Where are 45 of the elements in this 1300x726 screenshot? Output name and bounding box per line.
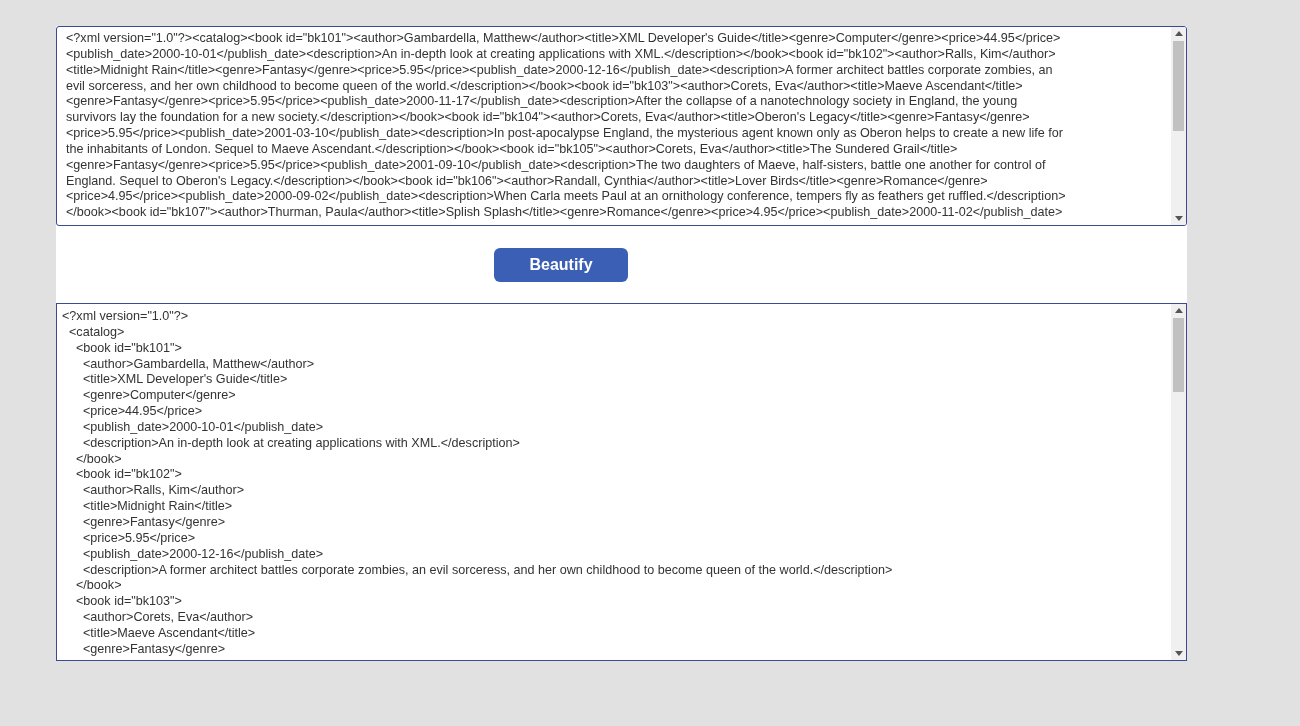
scrollbar[interactable]: [1171, 27, 1186, 225]
text-line: <publish_date>2000-10-01</publish_date><description>An in-depth look at creating applications with XML.</description></book><book id="bk102"><author>Ralls, Kim</author>: [66, 46, 1057, 63]
text-line: <catalog>: [68, 324, 126, 341]
text-line: </book>: [75, 578, 123, 595]
text-line: <price>5.95</price><publish_date>2001-03-10</publish_date><description>In post-apocalypse England, the mysterious agent known only as Oberon helps to create a new life for: [66, 126, 1064, 142]
text-line: <description>A former architect battles corporate zombies, an evil sorceress, and her own childhood to become queen of the world.</description>: [82, 562, 894, 579]
scroll-down-icon[interactable]: [1174, 216, 1183, 221]
text-line: <title>Maeve Ascendant</title>: [82, 625, 257, 642]
scrollbar[interactable]: [1171, 304, 1186, 660]
text-line: <price>4.95</price><publish_date>2000-09-02</publish_date><description>When Carla meets Paul at an ornithology conference, tempers fly as feathers get ruffled.</description>: [66, 189, 1067, 206]
text-line: <author>Ralls, Kim</author>: [82, 483, 245, 500]
text-line: <title>Midnight Rain</title>: [82, 499, 234, 515]
text-line: <genre>Fantasy</genre>: [82, 514, 227, 531]
scroll-thumb[interactable]: [1173, 318, 1184, 392]
text-line: </book>: [75, 451, 123, 468]
beautify-button[interactable]: Beautify: [494, 247, 628, 282]
text-line: <?xml version="1.0"?><catalog><book id="bk101"><author>Gambardella, Matthew</author><title>XML Developer's Guide</title><genre>Computer</genre><price>44.95</price>: [66, 31, 1062, 47]
text-line: <genre>Fantasy</genre><price>5.95</price><publish_date>2000-11-17</publish_date><description>After the collapse of a nanotechnology society in England, the young: [66, 94, 1019, 111]
text-line: <description>An in-depth look at creating applications with XML.</description>: [82, 435, 521, 452]
text-line: <book id="bk101">: [75, 340, 183, 357]
text-line: <price>44.95</price>: [82, 404, 204, 420]
text-line: <genre>Computer</genre>: [82, 388, 237, 405]
text-line: <book id="bk103">: [75, 594, 183, 611]
text-line: <author>Gambardella, Matthew</author>: [82, 356, 316, 373]
text-line: <book id="bk102">: [75, 467, 183, 484]
text-line: England. Sequel to Oberon's Legacy.</description></book><book id="bk106"><author>Randall, Cynthia</author><title>Lover Birds</title><genre>Romance</genre>: [66, 173, 989, 190]
xml-input-field[interactable]: [56, 26, 1187, 226]
text-line: </book><book id="bk107"><author>Thurman, Paula</author><title>Splish Splash</title><genre>Romance</genre><price>4.95</price><publish_date>2000-11-02</publish_date>: [66, 205, 1064, 222]
scroll-thumb[interactable]: [1173, 41, 1184, 131]
text-line: survivors lay the foundation for a new society.</description></book><book id="bk104"><author>Corets, Eva</author><title>Oberon's Legacy</title><genre>Fantasy</genre>: [66, 110, 1031, 127]
text-line: <price>5.95</price>: [82, 530, 197, 547]
text-line: the inhabitants of London. Sequel to Maeve Ascendant.</description></book><book id="bk105"><author>Corets, Eva</author><title>The Sundered Grail</title>: [66, 141, 959, 158]
text-line: <genre>Fantasy</genre><price>5.95</price><publish_date>2001-09-10</publish_date><description>The two daughters of Maeve, half-sisters, battle one another for control of: [66, 157, 1047, 174]
scroll-up-icon[interactable]: [1174, 308, 1183, 313]
xml-output-field[interactable]: [56, 303, 1187, 661]
scroll-up-icon[interactable]: [1174, 31, 1183, 36]
scroll-down-icon[interactable]: [1174, 651, 1183, 656]
text-line: <publish_date>2000-12-16</publish_date>: [82, 546, 325, 563]
text-line: <title>XML Developer's Guide</title>: [82, 372, 289, 389]
text-line: <publish_date>2000-10-01</publish_date>: [82, 419, 325, 436]
text-line: <author>Corets, Eva</author>: [82, 610, 255, 626]
text-line: <?xml version="1.0"?>: [62, 309, 190, 325]
text-line: evil sorceress, and her own childhood to become queen of the world.</description></book><book id="bk103"><author>Corets, Eva</author><title>Maeve Ascendant</title>: [66, 78, 1024, 95]
text-line: <title>Midnight Rain</title><genre>Fantasy</genre><price>5.95</price><publish_date>2000-12-16</publish_date><description>A former architect battles corporate zombies, an: [66, 62, 1054, 79]
text-line: <genre>Fantasy</genre>: [82, 641, 227, 658]
